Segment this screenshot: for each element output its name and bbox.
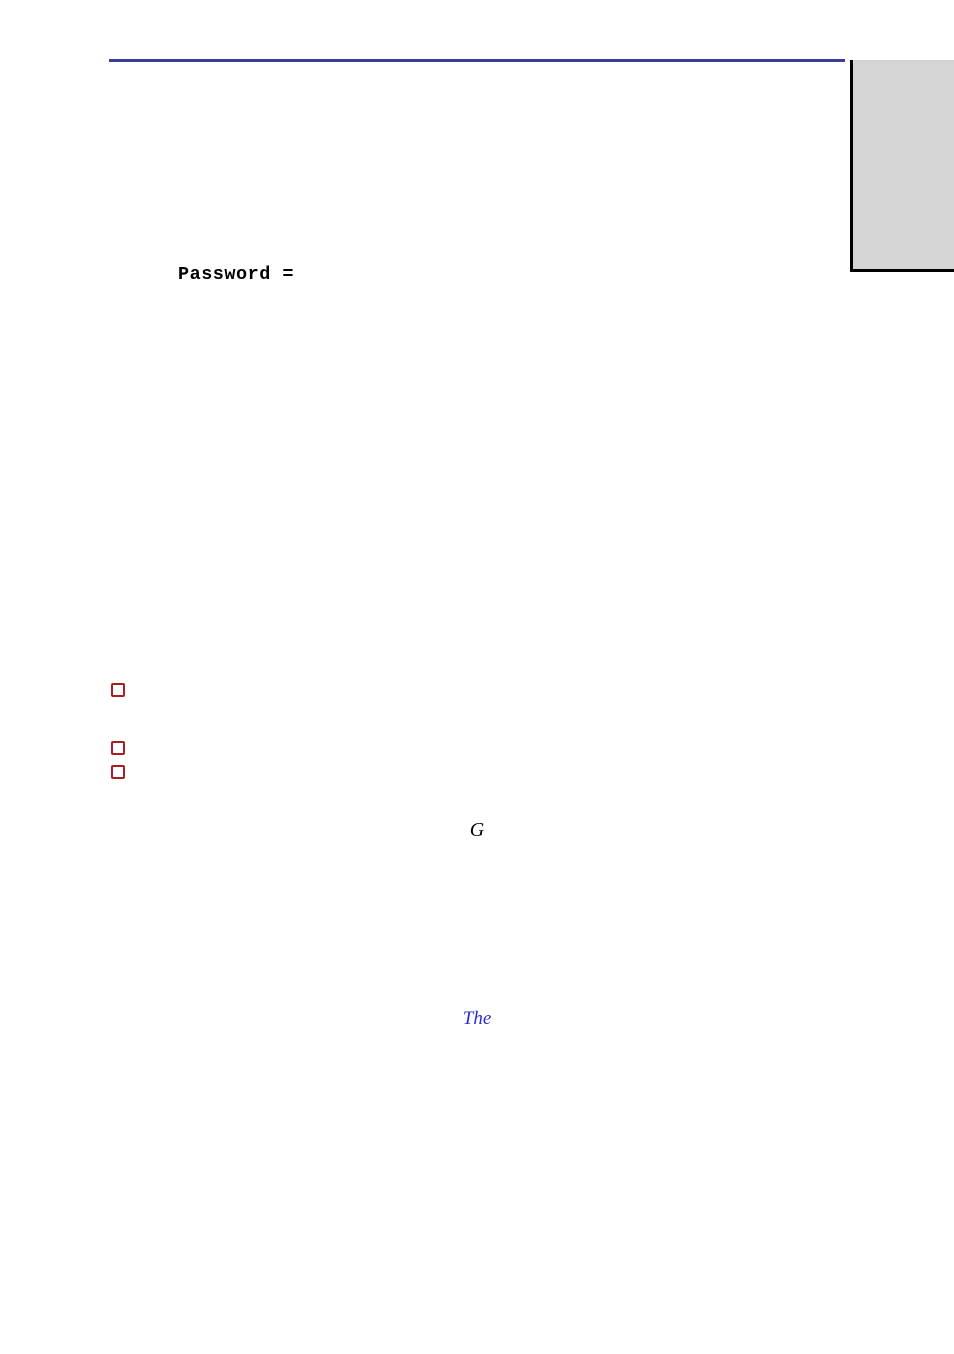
password-row: Password = — [178, 264, 845, 285]
list-item — [109, 737, 845, 755]
bullet-list — [109, 679, 845, 779]
side-thumb-tab — [850, 60, 954, 272]
password-label: Password = — [178, 264, 294, 285]
header-rule — [109, 59, 845, 62]
bullet-icon — [111, 765, 125, 779]
list-item — [109, 679, 845, 697]
page-content: Password = G The — [109, 88, 845, 1030]
the-link-italic[interactable]: The — [109, 1008, 845, 1030]
bullet-icon — [111, 683, 125, 697]
bullet-icon — [111, 741, 125, 755]
list-item — [109, 761, 845, 779]
g-italic: G — [109, 819, 845, 842]
